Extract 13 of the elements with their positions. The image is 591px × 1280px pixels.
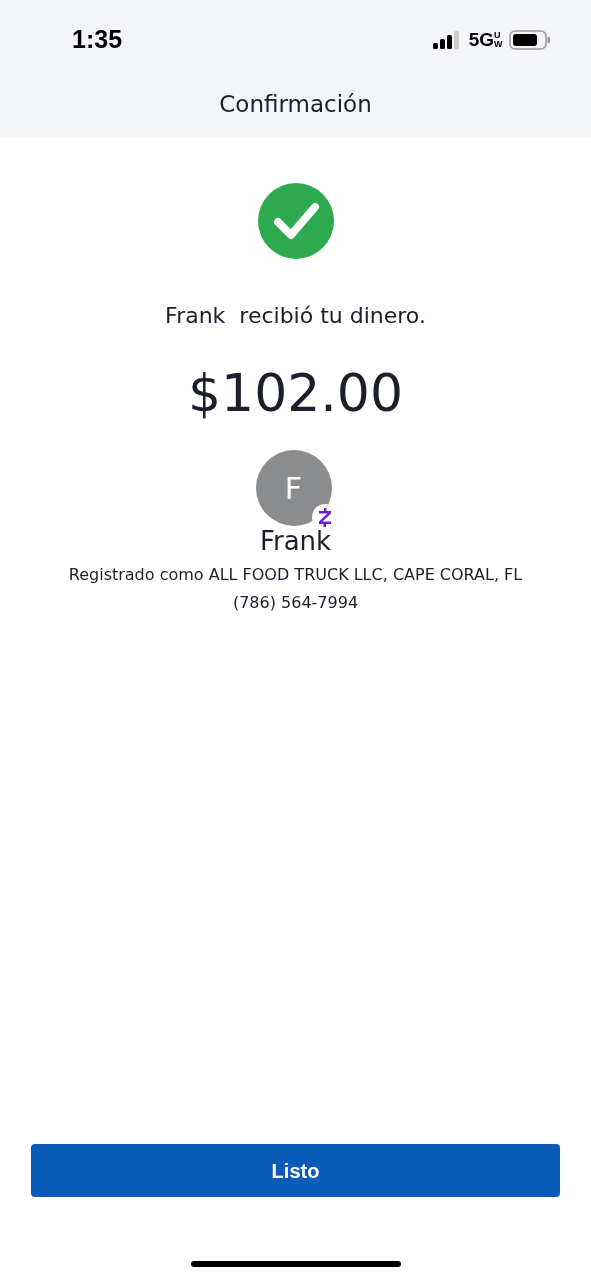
confirmation-message: Frank recibió tu dinero. <box>165 302 426 330</box>
recipient-name: Frank <box>259 525 332 558</box>
status-time: 1:35 <box>72 24 123 56</box>
registered-name: Registrado como ALL FOOD TRUCK LLC, CAPE CORAL, FL <box>68 564 523 586</box>
battery-icon <box>509 30 551 50</box>
avatar: F <box>255 450 332 526</box>
checkmark-icon <box>257 183 334 259</box>
screen-title: Confirmación <box>219 89 372 119</box>
amount: $102.00 <box>187 362 403 425</box>
network-label: 5G <box>468 27 494 52</box>
phone-number: (786) 564-7994 <box>232 592 359 614</box>
signal-icon <box>432 31 459 49</box>
done-button[interactable]: Listo <box>31 1144 560 1197</box>
